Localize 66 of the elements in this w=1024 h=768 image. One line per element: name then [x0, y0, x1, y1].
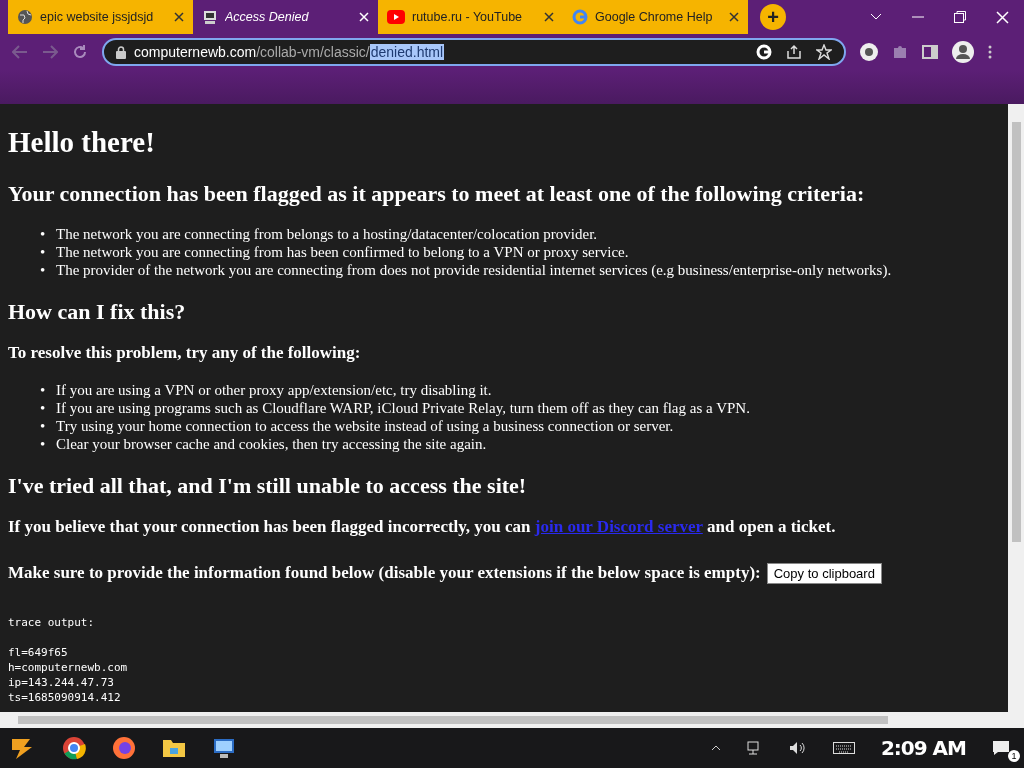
g-icon [572, 9, 588, 25]
restore-icon[interactable] [954, 11, 966, 23]
section-heading: I've tried all that, and I'm still unable to access the site! [8, 473, 528, 499]
address-bar[interactable]: computernewb.com/collab-vm/classic/denied.html [102, 38, 846, 66]
trace-line: fl=649f65 [8, 645, 69, 660]
bullet: • [40, 435, 47, 453]
globe-icon [17, 9, 33, 25]
notification-count: 1 [1008, 750, 1020, 762]
close-icon[interactable] [174, 12, 184, 22]
chrome-icon[interactable] [62, 736, 86, 760]
message-icon [992, 740, 1010, 756]
bullet: • [40, 261, 47, 279]
chevron-icon[interactable] [870, 13, 882, 21]
computer-icon [202, 9, 218, 25]
caret-icon[interactable] [710, 745, 721, 751]
extension-icon[interactable] [860, 43, 878, 61]
tab-title: Google Chrome Help [595, 9, 714, 26]
close-icon[interactable] [544, 12, 554, 22]
criteria-item: The network you are connecting from belongs to a hosting/datacenter/colocation provider. [56, 225, 598, 243]
puzzle-icon[interactable] [892, 44, 908, 60]
page-title: Hello there! [8, 126, 156, 159]
url-text: computernewb.com/collab-vm/classic/denied.html [134, 44, 445, 60]
sidebar-icon[interactable] [922, 45, 938, 59]
subheading: To resolve this problem, try any of the following: [8, 343, 362, 363]
trace-line: h=computernewb.com [8, 660, 129, 675]
browser-tab[interactable]: Google Chrome Help [563, 0, 748, 34]
reload-icon[interactable] [72, 44, 88, 60]
browser-tab[interactable]: epic website jssjdsjd [8, 0, 193, 34]
trace-label: trace output: [8, 615, 96, 630]
section-heading: Your connection has been flagged as it appears to meet at least one of the following criteria: [8, 181, 866, 207]
bullet: • [40, 417, 47, 435]
instruction-text: Make sure to provide the information found below (disable your extensions if the below space is empty): [8, 563, 761, 583]
fix-item: Clear your browser cache and cookies, then try accessing the site again. [56, 435, 487, 453]
folder-icon[interactable] [162, 738, 186, 758]
clock[interactable]: 2:09 AM [880, 736, 966, 760]
copy-button[interactable]: Copy to clipboard [766, 562, 882, 584]
new-tab-button[interactable]: + [760, 4, 786, 30]
fix-item: If you are using programs such as Cloudflare WARP, iCloud Private Relay, turn them off as they can flag as a VPN. [56, 399, 750, 417]
play-icon [387, 10, 405, 24]
keyboard-icon[interactable] [832, 742, 855, 754]
bullet: • [40, 381, 47, 399]
criteria-item: The provider of the network you are connecting from does not provide residential internet services (e.g business/enterprise-only networks). [56, 261, 892, 279]
section-heading: How can I fix this? [8, 299, 187, 325]
trace-line: ts=1685090914.412 [8, 690, 122, 705]
fix-item: If you are using a VPN or other proxy app/extension/etc, try disabling it. [56, 381, 492, 399]
monitor-icon[interactable] [212, 736, 236, 760]
speaker-icon[interactable] [788, 741, 807, 755]
close-icon[interactable] [729, 12, 739, 22]
criteria-item: The network you are connecting from has been confirmed to belong to a VPN or proxy service. [56, 243, 629, 261]
tab-title: Access Denied [225, 9, 310, 26]
avatar-icon[interactable] [952, 41, 974, 63]
bullet: • [40, 225, 47, 243]
browser-tab[interactable]: rutube.ru - YouTube [378, 0, 563, 34]
bullet: • [40, 399, 47, 417]
bullet: • [40, 243, 47, 261]
share-icon[interactable] [786, 44, 802, 60]
fix-item: Try using your home connection to access the website instead of using a business connection or server. [56, 417, 674, 435]
menu-icon[interactable] [988, 45, 992, 59]
g-icon[interactable] [756, 44, 772, 60]
star-icon[interactable] [816, 44, 832, 60]
tab-title: epic website jssjdsjd [40, 9, 155, 26]
tab-title: rutube.ru - YouTube [412, 9, 524, 26]
contact-text: If you believe that your connection has been flagged incorrectly, you can join our Discord server and open a ticket. [8, 517, 837, 537]
lock-icon [116, 45, 126, 59]
firefox-icon[interactable] [112, 736, 136, 760]
trace-line: ip=143.244.47.73 [8, 675, 115, 690]
